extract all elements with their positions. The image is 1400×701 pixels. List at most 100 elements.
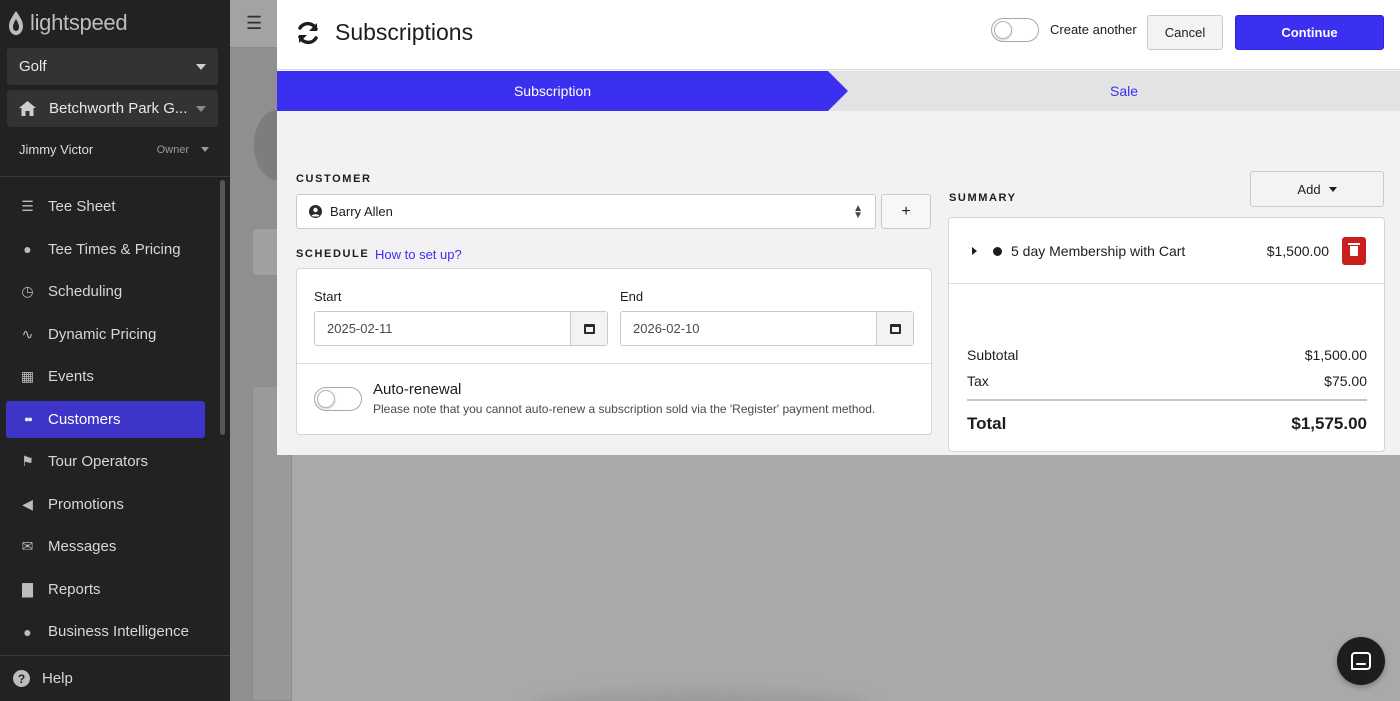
- end-date-input[interactable]: 2026-02-10: [620, 311, 914, 346]
- delete-item-button[interactable]: [1342, 237, 1366, 265]
- end-label: End: [620, 289, 644, 304]
- auto-renewal-toggle[interactable]: [314, 387, 362, 411]
- start-date-value: 2025-02-11: [327, 321, 393, 336]
- sidebar-item-events[interactable]: ▦ Events: [6, 358, 205, 395]
- refresh-arrows-icon: [298, 21, 318, 45]
- sidebar-item-reports[interactable]: ▇ Reports: [6, 571, 205, 608]
- expand-caret-icon[interactable]: [972, 247, 977, 255]
- background-shadow: [530, 690, 870, 701]
- divider: [0, 655, 230, 656]
- sidebar-item-label: Customers: [48, 410, 121, 428]
- toggle-knob: [317, 390, 335, 408]
- chat-bubble-icon: [1351, 652, 1371, 670]
- sidebar-item-label: Scheduling: [48, 283, 123, 300]
- select-arrows-icon: ▲ ▼: [853, 202, 863, 221]
- add-item-button[interactable]: Add: [1250, 171, 1384, 207]
- pulse-icon: ∿: [21, 325, 34, 342]
- help-link[interactable]: ? Help: [13, 670, 73, 687]
- add-item-label: Add: [1297, 181, 1321, 197]
- sidebar-item-customers[interactable]: ●● Customers: [6, 400, 205, 438]
- envelope-icon: ✉: [21, 538, 34, 554]
- grid-list-icon: ☰: [21, 198, 34, 214]
- create-another-toggle[interactable]: [991, 18, 1039, 42]
- customer-select[interactable]: Barry Allen ▲ ▼: [296, 194, 876, 229]
- divider: [297, 363, 931, 364]
- summary-card: 5 day Membership with Cart $1,500.00 Sub…: [948, 217, 1385, 452]
- step-subscription[interactable]: Subscription: [277, 71, 848, 111]
- sidebar-item-label: Business Intelligence: [48, 623, 189, 640]
- user-menu[interactable]: Jimmy Victor Owner: [19, 142, 209, 157]
- modal-title: Subscriptions: [335, 19, 474, 45]
- customer-select-value: Barry Allen: [330, 204, 393, 219]
- golf-flag-icon: ⚑: [21, 453, 34, 469]
- chevron-down-icon: [201, 147, 209, 152]
- calendar-icon: [889, 323, 901, 334]
- help-label: Help: [42, 670, 73, 687]
- subtotal-value: $1,500.00: [1304, 347, 1367, 363]
- schedule-section-label: SCHEDULE: [296, 248, 370, 260]
- modal-header: Subscriptions Create another Cancel Cont…: [277, 0, 1400, 70]
- chevron-down-icon: [196, 105, 206, 112]
- tax-value: $75.00: [1324, 373, 1367, 389]
- sidebar-item-tour-operators[interactable]: ⚑ Tour Operators: [6, 443, 205, 480]
- sidebar-item-tee-sheet[interactable]: ☰ Tee Sheet: [6, 188, 205, 225]
- step-progress: Subscription Sale: [277, 71, 1400, 111]
- sidebar-item-messages[interactable]: ✉ Messages: [6, 528, 205, 565]
- golf-tee-icon: ●: [23, 241, 32, 257]
- category-select-value: Golf: [19, 58, 47, 75]
- divider: [967, 399, 1367, 401]
- calendar-icon: ▦: [20, 368, 35, 384]
- users-icon: ●●: [24, 414, 33, 424]
- location-select-value: Betchworth Park G...: [49, 100, 188, 117]
- sidebar-item-label: Reports: [48, 580, 101, 598]
- add-customer-button[interactable]: +: [881, 194, 931, 229]
- chevron-down-icon: [1328, 186, 1337, 192]
- chat-support-button[interactable]: [1337, 637, 1385, 685]
- bar-chart-icon: ▇: [22, 580, 33, 597]
- schedule-card: Start 2025-02-11 End 2026-02-10 Auto-ren…: [296, 268, 932, 435]
- home-icon: [19, 101, 36, 116]
- tax-label: Tax: [967, 373, 989, 389]
- sidebar-item-tee-times-pricing[interactable]: ● Tee Times & Pricing: [6, 231, 205, 268]
- clock-icon: ◷: [21, 283, 34, 299]
- hamburger-menu-icon[interactable]: ☰: [246, 13, 262, 34]
- line-item-price: $1,500.00: [1266, 243, 1329, 259]
- divider: [0, 176, 230, 177]
- auto-renewal-note: Please note that you cannot auto-renew a…: [373, 402, 876, 416]
- start-date-input[interactable]: 2025-02-11: [314, 311, 608, 346]
- sidebar-scrollbar[interactable]: [220, 180, 225, 435]
- sidebar-item-business-intelligence[interactable]: ● Business Intelligence: [6, 613, 205, 650]
- cancel-button[interactable]: Cancel: [1147, 15, 1223, 50]
- chevron-down-icon: [196, 63, 206, 70]
- lightbulb-icon: ●: [23, 623, 32, 640]
- step-sale[interactable]: Sale: [848, 71, 1400, 111]
- location-select[interactable]: Betchworth Park G...: [7, 90, 218, 127]
- megaphone-icon: ◀: [22, 495, 33, 512]
- sidebar-item-label: Promotions: [48, 495, 124, 513]
- user-circle-icon: [309, 205, 322, 218]
- user-role: Owner: [156, 143, 189, 156]
- sidebar-item-scheduling[interactable]: ◷ Scheduling: [6, 273, 205, 310]
- continue-button[interactable]: Continue: [1235, 15, 1384, 50]
- customer-section-label: CUSTOMER: [296, 173, 372, 185]
- trash-icon: [1348, 243, 1360, 256]
- calendar-icon: [583, 323, 595, 334]
- line-item-name: 5 day Membership with Cart: [1011, 243, 1186, 259]
- bullet-icon: [993, 247, 1002, 256]
- end-date-value: 2026-02-10: [633, 321, 700, 336]
- logo[interactable]: lightspeed: [8, 9, 128, 37]
- category-select[interactable]: Golf: [7, 48, 218, 85]
- sidebar-item-label: Tee Times & Pricing: [48, 240, 181, 258]
- how-to-setup-link[interactable]: How to set up?: [375, 247, 462, 262]
- sidebar-item-label: Tee Sheet: [48, 198, 116, 215]
- sidebar: lightspeed Golf Betchworth Park G... Jim…: [0, 0, 230, 701]
- end-date-picker-button[interactable]: [876, 312, 913, 345]
- sidebar-item-dynamic-pricing[interactable]: ∿ Dynamic Pricing: [6, 316, 205, 353]
- sidebar-item-label: Events: [48, 368, 94, 385]
- sidebar-item-promotions[interactable]: ◀ Promotions: [6, 486, 205, 523]
- toggle-knob: [994, 21, 1012, 39]
- logo-text: lightspeed: [30, 10, 128, 35]
- user-name: Jimmy Victor: [19, 142, 94, 157]
- start-date-picker-button[interactable]: [570, 312, 607, 345]
- sidebar-item-label: Tour Operators: [48, 453, 149, 470]
